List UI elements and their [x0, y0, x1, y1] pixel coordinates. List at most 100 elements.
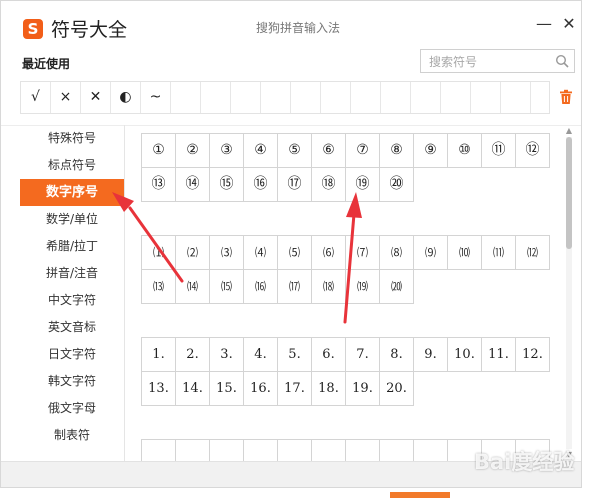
- category-item[interactable]: 日文字符: [20, 341, 124, 368]
- symbol-cell[interactable]: 9.: [414, 338, 448, 372]
- symbol-cell[interactable]: ⑹: [312, 236, 346, 270]
- symbol-cell[interactable]: ⑵: [176, 236, 210, 270]
- symbol-cell[interactable]: [312, 440, 346, 461]
- symbol-cell[interactable]: ⑩: [448, 134, 482, 168]
- symbol-cell[interactable]: ⒄: [278, 270, 312, 304]
- symbol-cell[interactable]: 1.: [142, 338, 176, 372]
- close-button[interactable]: ✕: [559, 14, 579, 34]
- symbol-cell[interactable]: 18.: [312, 372, 346, 406]
- recent-symbol-cell[interactable]: ✕: [81, 82, 111, 113]
- category-item[interactable]: 数字序号: [20, 179, 124, 206]
- symbol-cell[interactable]: ⑾: [482, 236, 516, 270]
- symbol-cell[interactable]: ⑦: [346, 134, 380, 168]
- symbol-cell[interactable]: 3.: [210, 338, 244, 372]
- symbol-cell[interactable]: 20.: [380, 372, 414, 406]
- symbol-cell[interactable]: 19.: [346, 372, 380, 406]
- recent-symbol-cell[interactable]: [261, 82, 291, 113]
- symbol-cell[interactable]: ⒁: [176, 270, 210, 304]
- category-item[interactable]: 标点符号: [20, 152, 124, 179]
- symbol-cell[interactable]: ⒆: [346, 270, 380, 304]
- symbol-cell[interactable]: [176, 440, 210, 461]
- minimize-button[interactable]: —: [534, 14, 554, 34]
- symbol-cell[interactable]: ⑴: [142, 236, 176, 270]
- symbol-cell[interactable]: [278, 440, 312, 461]
- recent-symbol-cell[interactable]: [351, 82, 381, 113]
- search-box[interactable]: [420, 49, 575, 73]
- symbol-cell[interactable]: ⑨: [414, 134, 448, 168]
- recent-symbol-cell[interactable]: ~: [141, 82, 171, 113]
- symbol-cell[interactable]: ⑺: [346, 236, 380, 270]
- recent-symbol-cell[interactable]: √: [21, 82, 51, 113]
- recent-symbol-cell[interactable]: [231, 82, 261, 113]
- symbol-cell[interactable]: ⑸: [278, 236, 312, 270]
- symbol-cell[interactable]: ④: [244, 134, 278, 168]
- symbol-cell[interactable]: 5.: [278, 338, 312, 372]
- symbol-cell[interactable]: 7.: [346, 338, 380, 372]
- symbol-cell[interactable]: ①: [142, 134, 176, 168]
- symbol-cell[interactable]: 12.: [516, 338, 550, 372]
- symbol-cell[interactable]: ⑳: [380, 168, 414, 202]
- symbol-cell[interactable]: ⑿: [516, 236, 550, 270]
- symbol-cell[interactable]: 17.: [278, 372, 312, 406]
- category-item[interactable]: 韩文字符: [20, 368, 124, 395]
- symbol-cell[interactable]: 14.: [176, 372, 210, 406]
- symbol-cell[interactable]: ⑮: [210, 168, 244, 202]
- symbol-cell[interactable]: ②: [176, 134, 210, 168]
- symbol-cell[interactable]: 10.: [448, 338, 482, 372]
- search-icon[interactable]: [555, 54, 569, 68]
- symbol-cell[interactable]: [414, 440, 448, 461]
- category-item[interactable]: 拼音/注音: [20, 260, 124, 287]
- recent-symbol-cell[interactable]: [441, 82, 471, 113]
- symbol-cell[interactable]: 15.: [210, 372, 244, 406]
- symbol-cell[interactable]: [142, 440, 176, 461]
- symbol-cell[interactable]: ⑤: [278, 134, 312, 168]
- symbol-cell[interactable]: ⑥: [312, 134, 346, 168]
- recent-symbol-cell[interactable]: [501, 82, 531, 113]
- symbol-cell[interactable]: [244, 440, 278, 461]
- recent-symbol-cell[interactable]: [201, 82, 231, 113]
- symbol-cell[interactable]: ⑱: [312, 168, 346, 202]
- symbol-cell[interactable]: ⒂: [210, 270, 244, 304]
- symbol-cell[interactable]: 16.: [244, 372, 278, 406]
- symbol-cell[interactable]: 2.: [176, 338, 210, 372]
- symbol-cell[interactable]: ③: [210, 134, 244, 168]
- symbol-cell[interactable]: ⒅: [312, 270, 346, 304]
- symbol-cell[interactable]: 6.: [312, 338, 346, 372]
- symbol-cell[interactable]: [380, 440, 414, 461]
- symbol-cell[interactable]: ⒀: [142, 270, 176, 304]
- symbol-cell[interactable]: ⑪: [482, 134, 516, 168]
- search-input[interactable]: [427, 51, 556, 73]
- symbol-cell[interactable]: ⑶: [210, 236, 244, 270]
- recent-symbol-cell[interactable]: [321, 82, 351, 113]
- recent-symbol-cell[interactable]: [171, 82, 201, 113]
- recent-symbol-cell[interactable]: ◐: [111, 82, 141, 113]
- recent-symbol-cell[interactable]: [411, 82, 441, 113]
- category-item[interactable]: 俄文字母: [20, 395, 124, 422]
- scroll-up-icon[interactable]: ▲: [565, 127, 573, 135]
- symbol-cell[interactable]: ⑲: [346, 168, 380, 202]
- scroll-thumb[interactable]: [566, 137, 572, 249]
- symbol-cell[interactable]: ⑬: [142, 168, 176, 202]
- symbol-cell[interactable]: ⒇: [380, 270, 414, 304]
- symbol-cell[interactable]: ⑽: [448, 236, 482, 270]
- symbol-cell[interactable]: 13.: [142, 372, 176, 406]
- recent-symbol-cell[interactable]: [471, 82, 501, 113]
- category-item[interactable]: 英文音标: [20, 314, 124, 341]
- symbol-cell[interactable]: ⑭: [176, 168, 210, 202]
- category-item[interactable]: 中文字符: [20, 287, 124, 314]
- symbol-cell[interactable]: ⑫: [516, 134, 550, 168]
- symbol-cell[interactable]: 8.: [380, 338, 414, 372]
- category-item[interactable]: 数学/单位: [20, 206, 124, 233]
- category-item[interactable]: 制表符: [20, 422, 124, 449]
- category-item[interactable]: 希腊/拉丁: [20, 233, 124, 260]
- symbol-cell[interactable]: ⑻: [380, 236, 414, 270]
- trash-icon[interactable]: [559, 89, 573, 105]
- recent-symbol-cell[interactable]: ×: [51, 82, 81, 113]
- category-item[interactable]: 特殊符号: [20, 125, 124, 152]
- symbol-cell[interactable]: 11.: [482, 338, 516, 372]
- symbol-cell[interactable]: 4.: [244, 338, 278, 372]
- symbol-cell[interactable]: ⑼: [414, 236, 448, 270]
- symbol-cell[interactable]: ⑯: [244, 168, 278, 202]
- symbol-cell[interactable]: ⑧: [380, 134, 414, 168]
- symbol-cell[interactable]: [346, 440, 380, 461]
